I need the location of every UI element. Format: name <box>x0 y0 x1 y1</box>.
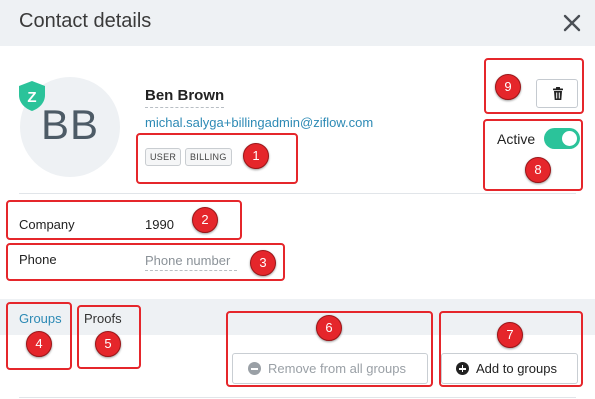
dialog-header: Contact details <box>0 0 595 46</box>
shield-icon: Z <box>19 81 45 111</box>
annotation-marker-8: 8 <box>525 157 551 183</box>
annotation-marker-4: 4 <box>26 331 52 357</box>
annotation-marker-6: 6 <box>316 315 342 341</box>
shield-badge-letter: Z <box>27 89 36 106</box>
divider <box>19 193 576 194</box>
annotation-marker-7: 7 <box>497 322 523 348</box>
annotation-marker-2: 2 <box>192 207 218 233</box>
close-icon <box>563 14 581 32</box>
annotation-marker-1: 1 <box>243 143 269 169</box>
callout-box-1 <box>136 133 298 184</box>
annotation-marker-9: 9 <box>495 74 521 100</box>
divider <box>19 397 576 398</box>
annotation-marker-5: 5 <box>95 331 121 357</box>
dialog-title: Contact details <box>19 10 152 32</box>
contact-name[interactable]: Ben Brown <box>145 87 225 108</box>
contact-email[interactable]: michal.salyga+billingadmin@ziflow.com <box>145 115 373 130</box>
annotation-marker-3: 3 <box>250 250 276 276</box>
callout-box-3 <box>6 243 285 281</box>
close-button[interactable] <box>560 11 584 35</box>
